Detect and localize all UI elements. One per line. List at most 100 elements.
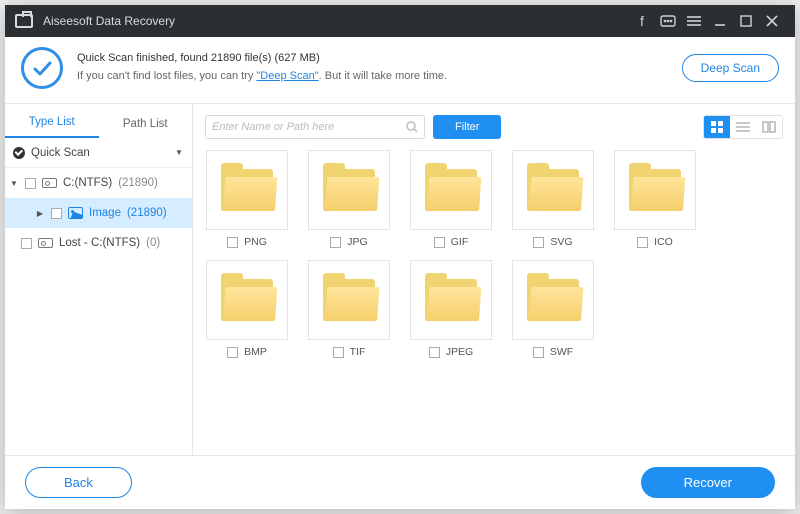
- search-box[interactable]: [205, 115, 425, 139]
- titlebar: Aiseesoft Data Recovery f: [5, 5, 795, 37]
- folder-icon: [527, 279, 579, 321]
- check-dot-icon: [13, 147, 25, 159]
- lost-c-label: Lost - C:(NTFS): [59, 237, 140, 249]
- scan-summary-line2a: If you can't find lost files, you can tr…: [77, 70, 256, 82]
- header: Quick Scan finished, found 21890 file(s)…: [5, 37, 795, 103]
- folder-icon: [323, 169, 375, 211]
- folder-cell[interactable]: SWF: [511, 260, 595, 358]
- checkbox[interactable]: [434, 237, 445, 248]
- folder-cell[interactable]: JPEG: [409, 260, 493, 358]
- checkbox[interactable]: [429, 347, 440, 358]
- folder-thumb: [206, 260, 288, 340]
- folder-thumb: [410, 260, 492, 340]
- node-drive-c[interactable]: C:(NTFS) (21890): [5, 168, 192, 198]
- checkbox[interactable]: [330, 237, 341, 248]
- folder-icon: [323, 279, 375, 321]
- folder-label: GIF: [451, 236, 469, 248]
- folder-thumb: [512, 150, 594, 230]
- image-label: Image: [89, 207, 121, 219]
- folder-label: BMP: [244, 346, 267, 358]
- checkbox[interactable]: [533, 347, 544, 358]
- view-list-icon[interactable]: [730, 116, 756, 138]
- checkbox[interactable]: [227, 347, 238, 358]
- content-pane: Filter PNG JPG GIF SVG ICO BMP TIF JPEG SWF: [193, 104, 795, 455]
- footer: Back Recover: [5, 455, 795, 509]
- image-count: (21890): [127, 207, 167, 219]
- chevron-down-icon[interactable]: [9, 178, 19, 189]
- folder-cell[interactable]: PNG: [205, 150, 289, 248]
- drive-icon: [42, 178, 57, 188]
- search-input[interactable]: [212, 121, 406, 133]
- checkbox[interactable]: [227, 237, 238, 248]
- tab-path-list[interactable]: Path List: [99, 118, 193, 138]
- checkbox[interactable]: [333, 347, 344, 358]
- filter-button[interactable]: Filter: [433, 115, 501, 139]
- folder-thumb: [614, 150, 696, 230]
- folder-icon: [221, 279, 273, 321]
- folder-icon: [527, 169, 579, 211]
- close-icon[interactable]: [759, 5, 785, 37]
- folder-cell[interactable]: TIF: [307, 260, 391, 358]
- folder-icon: [221, 169, 273, 211]
- tab-type-list[interactable]: Type List: [5, 116, 99, 138]
- image-icon: [68, 207, 83, 219]
- deep-scan-button[interactable]: Deep Scan: [682, 54, 779, 82]
- folder-thumb: [308, 260, 390, 340]
- maximize-icon[interactable]: [733, 5, 759, 37]
- success-check-icon: [21, 47, 63, 89]
- minimize-icon[interactable]: [707, 5, 733, 37]
- drive-icon: [38, 238, 53, 248]
- folder-cell[interactable]: JPG: [307, 150, 391, 248]
- search-icon: [406, 121, 418, 133]
- drive-c-label: C:(NTFS): [63, 177, 112, 189]
- scan-summary-line1: Quick Scan finished, found 21890 file(s)…: [77, 50, 682, 68]
- node-quick-scan[interactable]: Quick Scan: [5, 138, 192, 168]
- folder-label: JPG: [347, 236, 367, 248]
- node-lost-c[interactable]: Lost - C:(NTFS) (0): [5, 228, 192, 258]
- folder-cell[interactable]: BMP: [205, 260, 289, 358]
- folder-label: SVG: [550, 236, 572, 248]
- quick-scan-label: Quick Scan: [31, 147, 90, 159]
- view-grid-icon[interactable]: [704, 116, 730, 138]
- folder-label: JPEG: [446, 346, 473, 358]
- folder-icon: [425, 169, 477, 211]
- drive-c-count: (21890): [118, 177, 158, 189]
- folder-icon: [629, 169, 681, 211]
- folder-cell[interactable]: SVG: [511, 150, 595, 248]
- folder-label: ICO: [654, 236, 673, 248]
- view-toggle: [703, 115, 783, 139]
- node-image[interactable]: Image (21890): [5, 198, 192, 228]
- sidebar: Type List Path List Quick Scan C:(NTFS) …: [5, 104, 193, 455]
- scan-summary: Quick Scan finished, found 21890 file(s)…: [77, 50, 682, 85]
- folder-grid: PNG JPG GIF SVG ICO BMP TIF JPEG SWF: [205, 144, 783, 358]
- sidebar-tabs: Type List Path List: [5, 104, 192, 138]
- checkbox[interactable]: [21, 238, 32, 249]
- folder-cell[interactable]: ICO: [613, 150, 697, 248]
- chevron-down-icon[interactable]: [174, 147, 184, 158]
- feedback-icon[interactable]: [655, 5, 681, 37]
- app-title: Aiseesoft Data Recovery: [43, 14, 175, 28]
- folder-thumb: [410, 150, 492, 230]
- folder-thumb: [308, 150, 390, 230]
- folder-label: PNG: [244, 236, 267, 248]
- back-button[interactable]: Back: [25, 467, 132, 498]
- folder-label: TIF: [350, 346, 366, 358]
- folder-label: SWF: [550, 346, 573, 358]
- checkbox[interactable]: [51, 208, 62, 219]
- recover-button[interactable]: Recover: [641, 467, 775, 498]
- folder-thumb: [206, 150, 288, 230]
- checkbox[interactable]: [25, 178, 36, 189]
- app-window: Aiseesoft Data Recovery f Quick Scan fin…: [5, 5, 795, 509]
- checkbox[interactable]: [637, 237, 648, 248]
- deep-scan-link[interactable]: "Deep Scan": [256, 70, 318, 82]
- folder-icon: [425, 279, 477, 321]
- facebook-icon[interactable]: f: [629, 5, 655, 37]
- chevron-right-icon[interactable]: [35, 208, 45, 219]
- view-detail-icon[interactable]: [756, 116, 782, 138]
- scan-summary-line2b: . But it will take more time.: [319, 70, 447, 82]
- folder-cell[interactable]: GIF: [409, 150, 493, 248]
- menu-icon[interactable]: [681, 5, 707, 37]
- lost-c-count: (0): [146, 237, 160, 249]
- checkbox[interactable]: [533, 237, 544, 248]
- folder-thumb: [512, 260, 594, 340]
